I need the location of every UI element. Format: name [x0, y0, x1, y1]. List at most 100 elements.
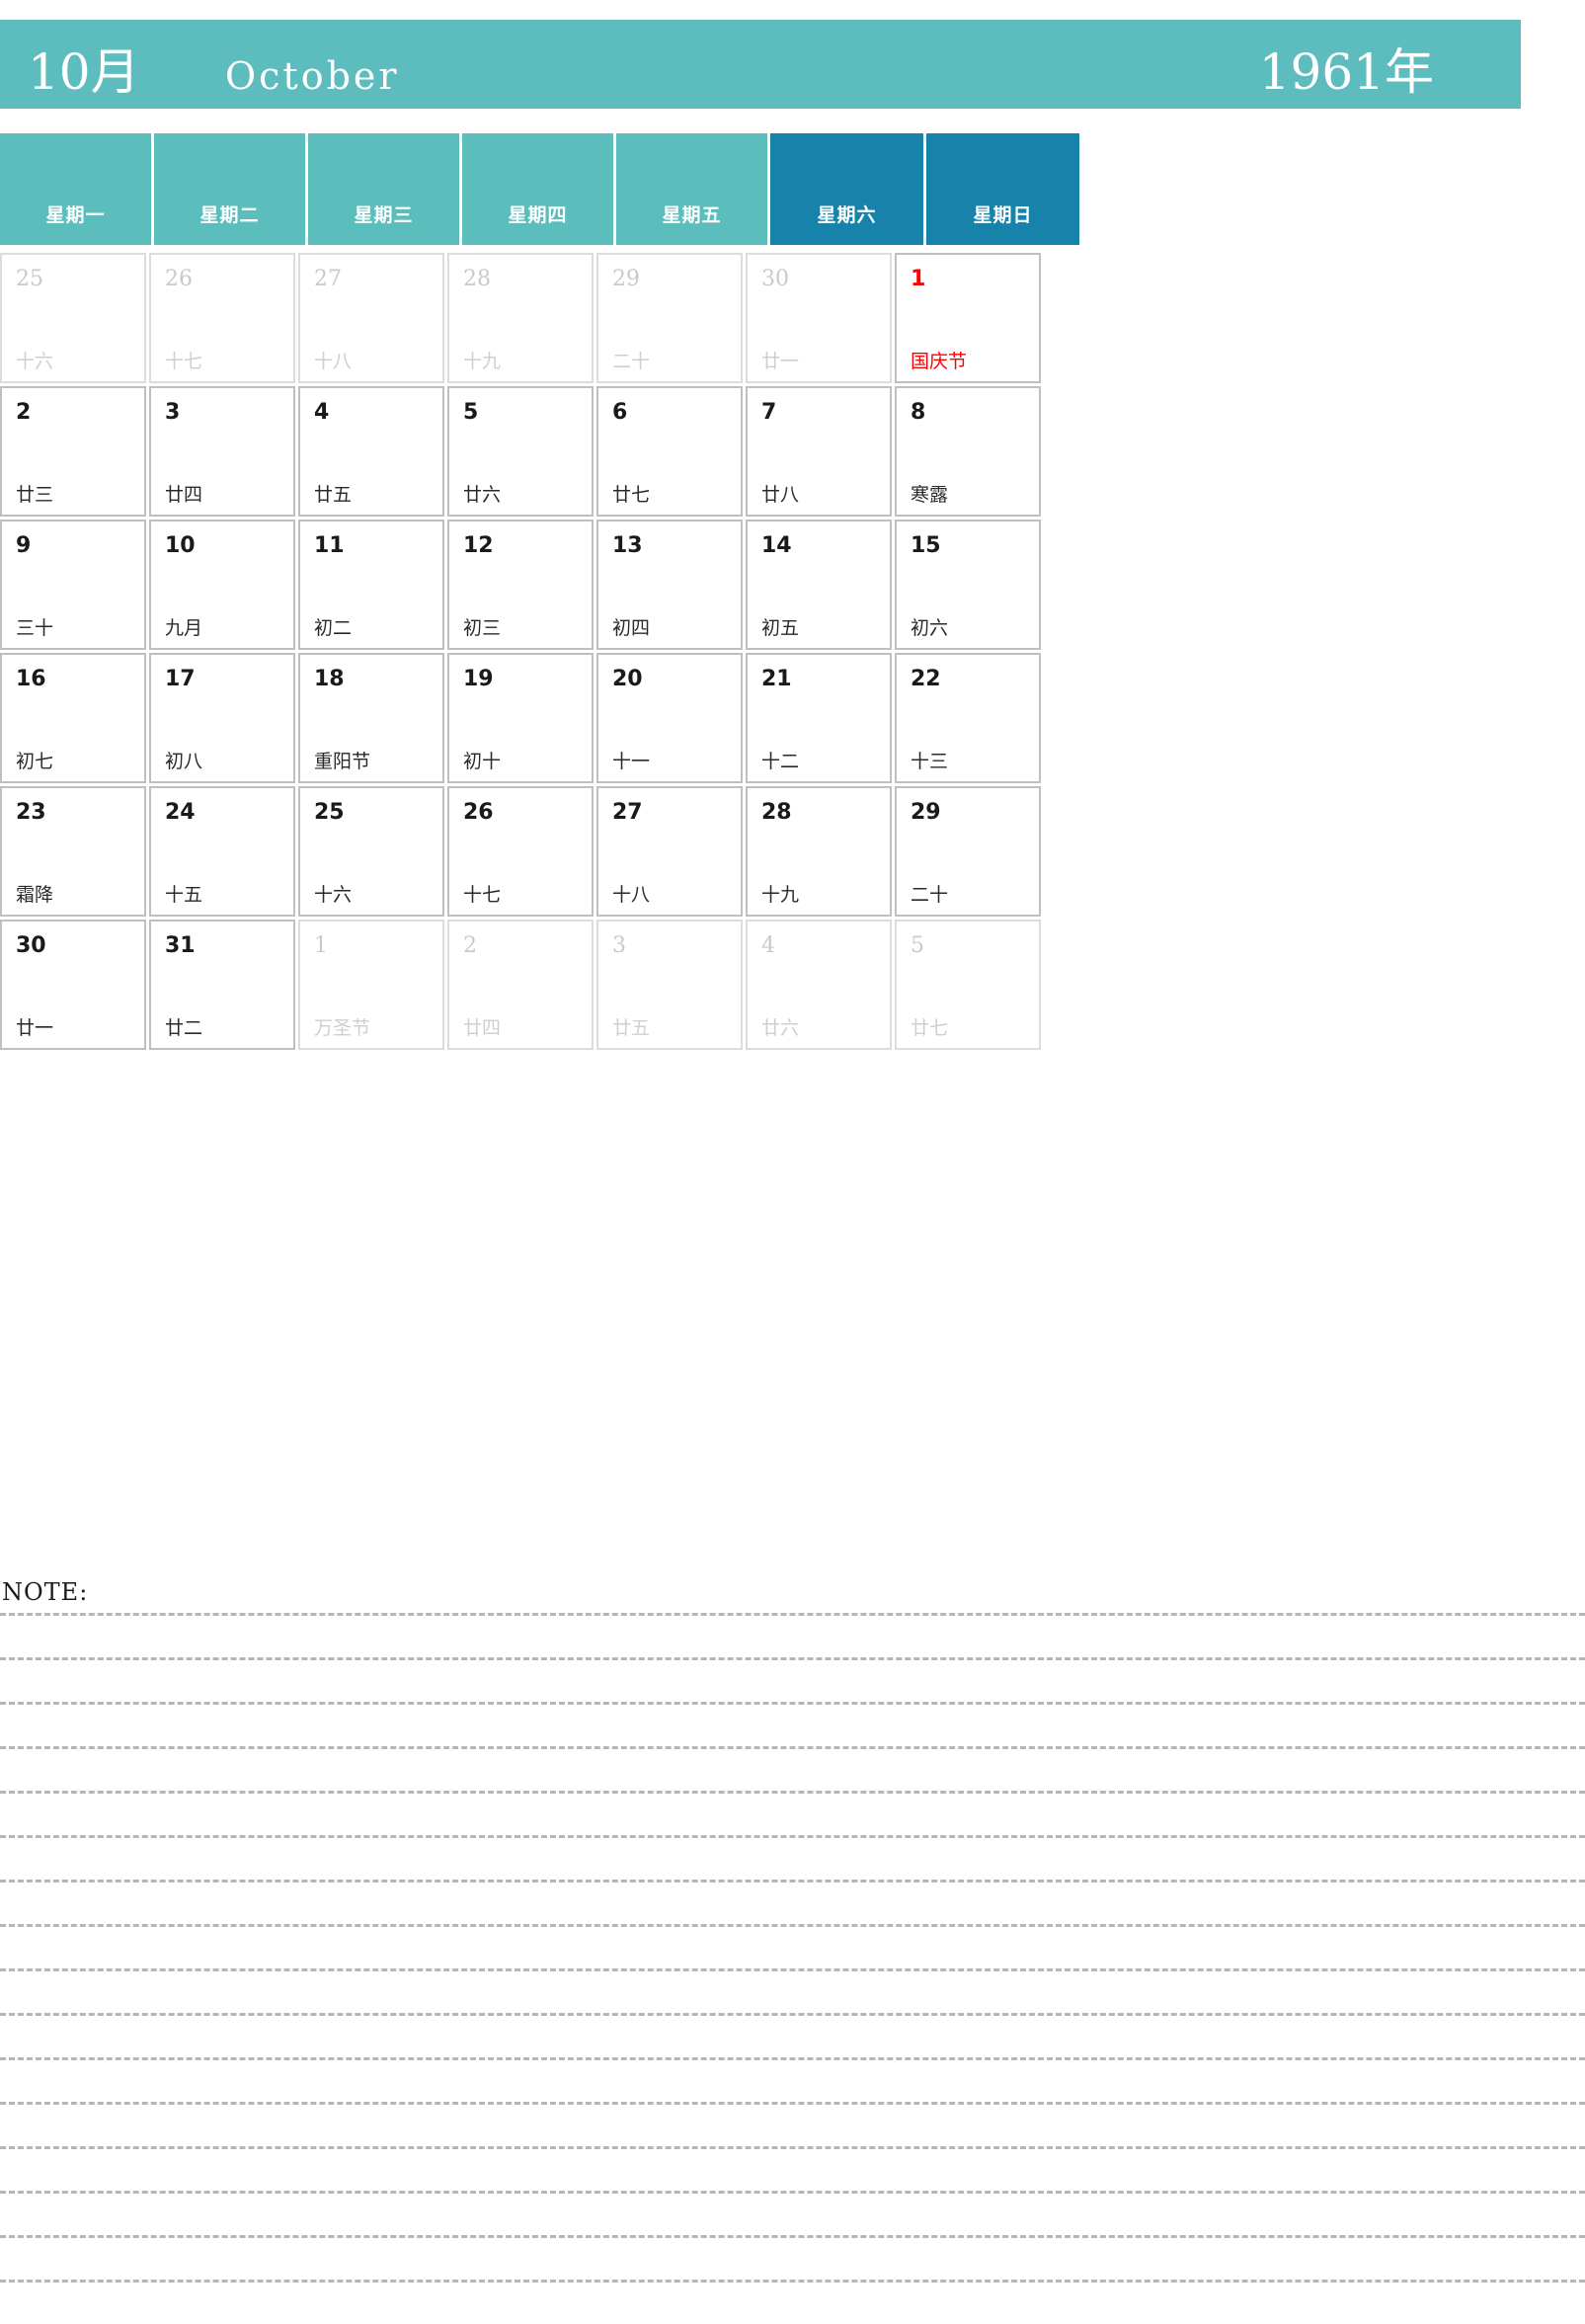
note-line[interactable]: [0, 2191, 1585, 2194]
note-line[interactable]: [0, 1924, 1585, 1927]
day-cell[interactable]: 8 寒露: [895, 386, 1041, 517]
day-number: 1: [911, 267, 926, 291]
day-cell[interactable]: 23 霜降: [0, 786, 146, 917]
note-line[interactable]: [0, 1791, 1585, 1794]
note-line[interactable]: [0, 1613, 1585, 1616]
day-cell[interactable]: 12 初三: [447, 520, 594, 650]
day-cell[interactable]: 27 十八: [298, 253, 444, 383]
day-cell[interactable]: 24 十五: [149, 786, 295, 917]
day-cell[interactable]: 5 廿六: [447, 386, 594, 517]
note-line[interactable]: [0, 1968, 1585, 1971]
lunar-label: 十九: [463, 351, 502, 372]
day-number: 25: [16, 267, 43, 291]
day-cell[interactable]: 2 廿三: [0, 386, 146, 517]
note-line[interactable]: [0, 1657, 1585, 1660]
day-number: 31: [165, 933, 196, 958]
lunar-label: 廿四: [165, 484, 203, 506]
day-number: 20: [612, 667, 643, 691]
weekday-label: 星期一: [45, 205, 106, 226]
weekday-label: 星期日: [973, 205, 1033, 226]
day-number: 25: [314, 800, 345, 825]
lunar-label: 十八: [314, 351, 353, 372]
lunar-label: 十五: [165, 884, 203, 906]
note-line[interactable]: [0, 2102, 1585, 2105]
day-number: 30: [761, 267, 789, 291]
lunar-label: 廿八: [761, 484, 800, 506]
day-cell[interactable]: 10 九月: [149, 520, 295, 650]
day-number: 5: [463, 400, 479, 425]
day-cell[interactable]: 20 十一: [596, 653, 743, 783]
day-cell[interactable]: 4 廿六: [746, 920, 892, 1050]
day-cell[interactable]: 30 廿一: [746, 253, 892, 383]
month-label-cn: 10月: [28, 43, 140, 101]
day-number: 8: [911, 400, 926, 425]
day-number: 4: [761, 933, 775, 958]
day-cell[interactable]: 14 初五: [746, 520, 892, 650]
day-cell[interactable]: 5 廿七: [895, 920, 1041, 1050]
note-line[interactable]: [0, 1835, 1585, 1838]
week-row: 25 十六 26 十七 27 十八 28 十九 29 二十 30 廿一 1 国庆节: [0, 253, 1585, 383]
day-number: 2: [16, 400, 32, 425]
day-cell[interactable]: 28 十九: [746, 786, 892, 917]
note-line[interactable]: [0, 1746, 1585, 1749]
day-cell[interactable]: 3 廿四: [149, 386, 295, 517]
day-cell[interactable]: 29 二十: [596, 253, 743, 383]
day-cell[interactable]: 15 初六: [895, 520, 1041, 650]
weekday-header-cell-5: 星期五: [616, 133, 767, 245]
weekday-header-cell-6: 星期六: [770, 133, 923, 245]
day-number: 3: [612, 933, 626, 958]
day-number: 26: [165, 267, 193, 291]
day-cell[interactable]: 21 十二: [746, 653, 892, 783]
day-cell[interactable]: 30 廿一: [0, 920, 146, 1050]
day-cell[interactable]: 16 初七: [0, 653, 146, 783]
note-line[interactable]: [0, 2235, 1585, 2238]
day-cell[interactable]: 7 廿八: [746, 386, 892, 517]
note-line[interactable]: [0, 1880, 1585, 1883]
note-line[interactable]: [0, 2057, 1585, 2060]
day-cell[interactable]: 27 十八: [596, 786, 743, 917]
day-cell[interactable]: 2 廿四: [447, 920, 594, 1050]
day-cell[interactable]: 4 廿五: [298, 386, 444, 517]
weekday-header-cell-1: 星期一: [0, 133, 151, 245]
note-lines[interactable]: [0, 1613, 1585, 2324]
week-row: 16 初七 17 初八 18 重阳节 19 初十 20 十一 21 十二 22 十三: [0, 653, 1585, 783]
day-number: 9: [16, 533, 32, 558]
day-cell[interactable]: 3 廿五: [596, 920, 743, 1050]
day-cell[interactable]: 31 廿二: [149, 920, 295, 1050]
day-cell[interactable]: 25 十六: [298, 786, 444, 917]
note-line[interactable]: [0, 2280, 1585, 2283]
day-number: 23: [16, 800, 46, 825]
day-number: 6: [612, 400, 628, 425]
day-number: 11: [314, 533, 345, 558]
lunar-label: 十六: [16, 351, 54, 372]
lunar-label: 廿一: [16, 1017, 54, 1039]
day-cell[interactable]: 26 十七: [447, 786, 594, 917]
lunar-label: 廿四: [463, 1017, 502, 1039]
day-cell[interactable]: 9 三十: [0, 520, 146, 650]
day-cell[interactable]: 13 初四: [596, 520, 743, 650]
day-cell[interactable]: 29 二十: [895, 786, 1041, 917]
day-cell[interactable]: 22 十三: [895, 653, 1041, 783]
note-line[interactable]: [0, 2146, 1585, 2149]
day-cell[interactable]: 18 重阳节: [298, 653, 444, 783]
day-cell[interactable]: 25 十六: [0, 253, 146, 383]
day-cell[interactable]: 19 初十: [447, 653, 594, 783]
day-number: 28: [463, 267, 491, 291]
day-number: 21: [761, 667, 792, 691]
lunar-label: 十六: [314, 884, 353, 906]
lunar-label: 初十: [463, 751, 502, 772]
lunar-label: 廿三: [16, 484, 54, 506]
note-line[interactable]: [0, 1702, 1585, 1705]
day-number: 1: [314, 933, 328, 958]
day-cell[interactable]: 28 十九: [447, 253, 594, 383]
lunar-label: 初五: [761, 617, 800, 639]
day-cell[interactable]: 11 初二: [298, 520, 444, 650]
day-cell[interactable]: 26 十七: [149, 253, 295, 383]
note-line[interactable]: [0, 2013, 1585, 2016]
day-cell[interactable]: 6 廿七: [596, 386, 743, 517]
day-cell[interactable]: 1 国庆节: [895, 253, 1041, 383]
day-number: 26: [463, 800, 494, 825]
day-cell[interactable]: 1 万圣节: [298, 920, 444, 1050]
day-cell[interactable]: 17 初八: [149, 653, 295, 783]
lunar-label: 九月: [165, 617, 203, 639]
